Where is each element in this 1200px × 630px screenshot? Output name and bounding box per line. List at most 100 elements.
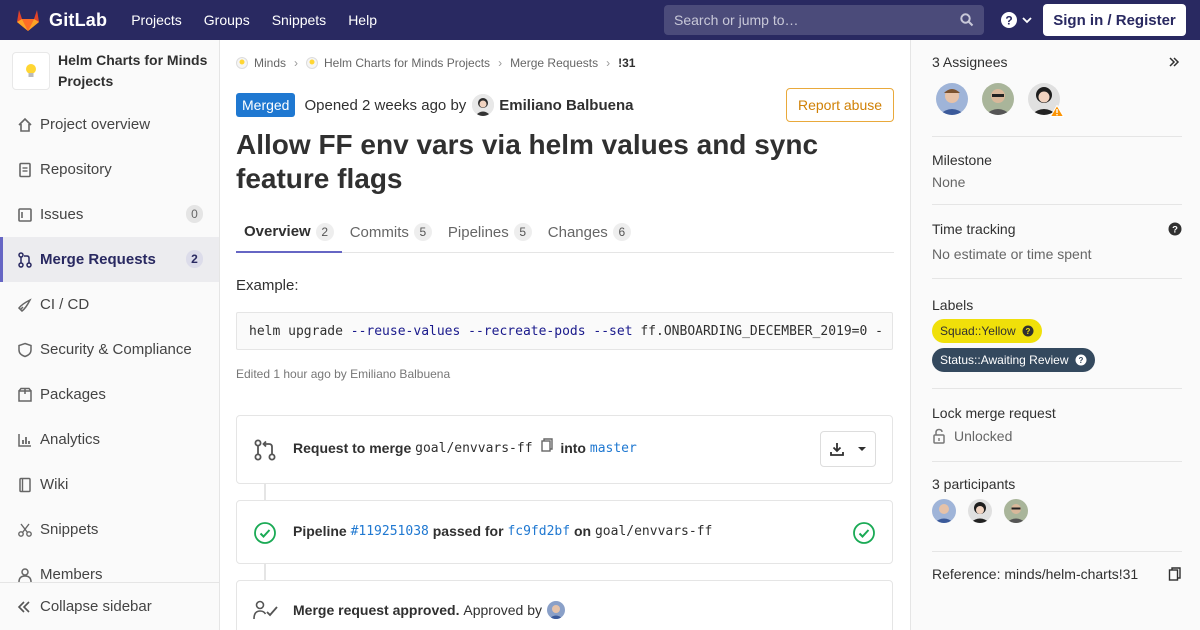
tab-count-badge: 6 <box>612 223 631 241</box>
author-name[interactable]: Emiliano Balbuena <box>499 97 633 114</box>
code-option: --set <box>593 323 633 339</box>
project-header[interactable]: Helm Charts for Minds Projects <box>0 40 219 100</box>
download-dropdown-button[interactable] <box>820 431 876 467</box>
sidebar-item-label: Repository <box>40 161 112 178</box>
sidebar-item-packages[interactable]: Packages <box>0 372 219 417</box>
sidebar-item-security[interactable]: Security & Compliance <box>0 327 219 372</box>
lock-title: Lock merge request <box>932 405 1056 421</box>
participant-avatar[interactable] <box>932 499 956 523</box>
stage-success-icon[interactable] <box>852 521 876 545</box>
breadcrumb-separator-icon: › <box>294 56 299 70</box>
sidebar-item-repository[interactable]: Repository <box>0 147 219 192</box>
sidebar-item-analytics[interactable]: Analytics <box>0 417 219 462</box>
assignee-avatars <box>936 83 1074 117</box>
sidebar-item-ci-cd[interactable]: CI / CD <box>0 282 219 327</box>
time-tracking-block: Time tracking ? No estimate or time spen… <box>932 221 1182 279</box>
sidebar-item-merge-requests[interactable]: Merge Requests 2 <box>0 237 219 282</box>
svg-text:?: ? <box>1078 356 1083 365</box>
labels-block: Labels Squad::Yellow ? Status::Awaiting … <box>932 297 1182 389</box>
nav-projects[interactable]: Projects <box>131 12 182 28</box>
tab-label: Overview <box>244 223 311 240</box>
label-text: Squad::Yellow <box>940 324 1016 338</box>
gitlab-logo-link[interactable]: GitLab <box>15 0 107 40</box>
collapse-sidebar-button[interactable]: Collapse sidebar <box>0 582 219 630</box>
project-sidebar: Helm Charts for Minds Projects Project o… <box>0 40 220 630</box>
source-branch: goal/envvars-ff <box>415 440 533 456</box>
commit-sha-link[interactable]: fc9fd2bf <box>507 524 570 539</box>
collapse-sidebar-label: Collapse sidebar <box>40 598 152 615</box>
tab-commits[interactable]: Commits 5 <box>342 212 440 252</box>
report-abuse-button[interactable]: Report abuse <box>786 88 894 122</box>
tab-count-badge: 2 <box>315 222 334 241</box>
description-example-label: Example: <box>236 277 299 294</box>
sidebar-item-issues[interactable]: Issues 0 <box>0 192 219 237</box>
tab-pipelines[interactable]: Pipelines 5 <box>440 212 540 252</box>
pipeline-branch: goal/envvars-ff <box>594 523 713 539</box>
sidebar-item-label: Issues <box>40 206 84 223</box>
copy-icon[interactable] <box>1168 566 1182 582</box>
breadcrumb-minds[interactable]: Minds <box>236 56 286 70</box>
reference-text: Reference: minds/helm-charts!31 <box>932 566 1139 582</box>
breadcrumb-merge-requests[interactable]: Merge Requests <box>510 56 598 70</box>
breadcrumb-separator-icon: › <box>606 56 611 70</box>
lock-block: Lock merge request Unlocked <box>932 405 1182 462</box>
nav-snippets[interactable]: Snippets <box>272 12 326 28</box>
participant-avatar[interactable] <box>968 499 992 523</box>
merge-request-text: Request to merge goal/envvars-ff into ma… <box>293 437 637 456</box>
approver-avatar[interactable] <box>547 601 565 619</box>
sidebar-item-label: Wiki <box>40 476 69 493</box>
opened-time[interactable]: 2 weeks ago <box>362 97 446 114</box>
sidebar-item-label: Members <box>40 566 103 583</box>
users-icon <box>16 566 34 584</box>
issues-icon <box>16 206 34 224</box>
code-command: helm upgrade <box>249 323 351 339</box>
search-box[interactable] <box>664 5 984 35</box>
doc-icon <box>16 161 34 179</box>
tab-overview[interactable]: Overview 2 <box>236 212 342 253</box>
sidebar-item-snippets[interactable]: Snippets <box>0 507 219 552</box>
search-input[interactable] <box>674 12 954 28</box>
breadcrumb-mr-id[interactable]: !31 <box>618 56 635 70</box>
label-squad-yellow[interactable]: Squad::Yellow ? <box>932 319 1042 343</box>
approval-text: Merge request approved. Approved by <box>293 601 565 619</box>
author-avatar[interactable] <box>472 94 495 116</box>
code-block: helm upgrade --reuse-values --recreate-p… <box>236 312 893 350</box>
nav-groups[interactable]: Groups <box>204 12 250 28</box>
project-avatar <box>306 57 319 69</box>
help-dropdown[interactable]: ? <box>1000 11 1033 29</box>
success-status-icon[interactable] <box>253 521 277 545</box>
home-icon <box>16 116 34 134</box>
sign-in-button[interactable]: Sign in / Register <box>1043 4 1186 36</box>
approval-widget: Merge request approved. Approved by <box>236 580 893 630</box>
pipeline-id-link[interactable]: #119251038 <box>351 524 429 539</box>
label-text: Status::Awaiting Review <box>940 353 1069 367</box>
scissors-icon <box>16 521 34 539</box>
on-label: on <box>573 523 592 539</box>
tab-changes[interactable]: Changes 6 <box>540 212 639 252</box>
sidebar-item-wiki[interactable]: Wiki <box>0 462 219 507</box>
help-circle-icon[interactable]: ? <box>1168 222 1182 236</box>
assignee-avatar[interactable] <box>982 83 1014 115</box>
merge-request-widget: Request to merge goal/envvars-ff into ma… <box>236 415 893 484</box>
top-navbar: GitLab Projects Groups Snippets Help ? S… <box>0 0 1200 40</box>
sidebar-item-project-overview[interactable]: Project overview <box>0 102 219 147</box>
assignee-avatar[interactable] <box>1028 83 1064 117</box>
issues-count-badge: 0 <box>186 205 203 223</box>
participant-avatar[interactable] <box>1004 499 1028 523</box>
opened-label: Opened <box>304 96 358 114</box>
nav-help[interactable]: Help <box>348 12 377 28</box>
lock-status: Unlocked <box>932 428 1182 444</box>
timeline-connector <box>264 484 266 500</box>
assignee-avatar[interactable] <box>936 83 968 115</box>
lightbulb-icon <box>26 64 36 77</box>
breadcrumb-project[interactable]: Helm Charts for Minds Projects <box>306 56 490 70</box>
label-status-awaiting-review[interactable]: Status::Awaiting Review ? <box>932 348 1095 372</box>
breadcrumb-label: Minds <box>254 56 287 70</box>
tab-label: Changes <box>547 223 608 241</box>
mr-status-row: Merged Opened 2 weeks ago by Emiliano Ba… <box>236 93 633 117</box>
participants-block: 3 participants <box>932 476 1182 552</box>
breadcrumb-label: Helm Charts for Minds Projects <box>324 56 491 70</box>
target-branch-link[interactable]: master <box>590 441 637 456</box>
collapse-right-sidebar-icon[interactable] <box>1168 56 1180 68</box>
copy-icon[interactable] <box>539 437 553 453</box>
